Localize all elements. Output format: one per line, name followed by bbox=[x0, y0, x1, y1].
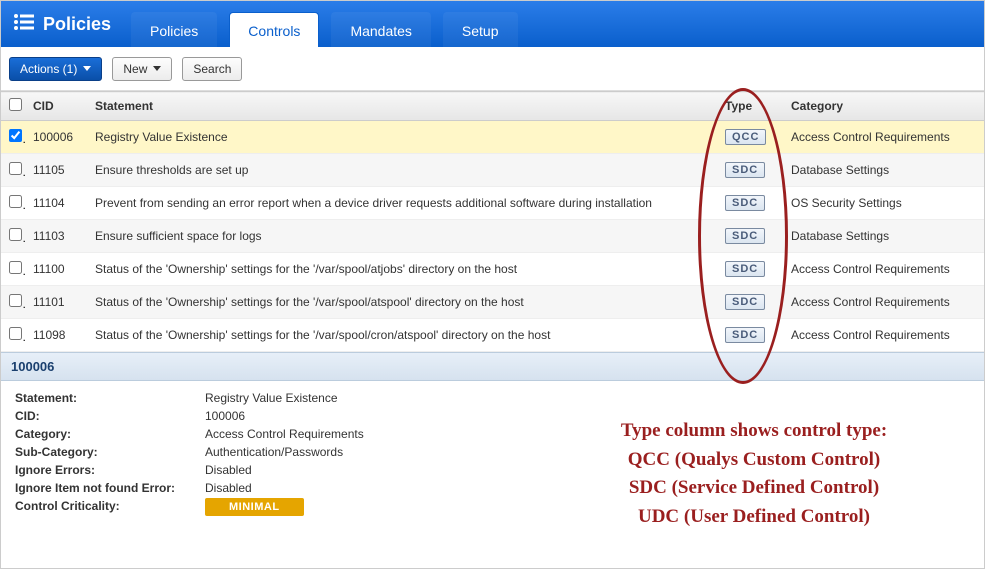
type-badge: QCC bbox=[725, 129, 766, 145]
cell-category: Access Control Requirements bbox=[783, 253, 984, 286]
cell-category: Database Settings bbox=[783, 220, 984, 253]
cell-cid: 11100 bbox=[25, 253, 87, 286]
cell-cid: 11103 bbox=[25, 220, 87, 253]
table-row[interactable]: 11101Status of the 'Ownership' settings … bbox=[1, 286, 984, 319]
detail-label-criticality: Control Criticality: bbox=[15, 499, 175, 513]
detail-header: 100006 bbox=[1, 352, 984, 381]
detail-label: Sub-Category: bbox=[15, 445, 175, 459]
type-badge: SDC bbox=[725, 162, 765, 178]
type-badge: SDC bbox=[725, 195, 765, 211]
cell-category: Access Control Requirements bbox=[783, 121, 984, 154]
row-checkbox[interactable] bbox=[9, 228, 22, 241]
new-button-label: New bbox=[123, 62, 147, 76]
detail-label: CID: bbox=[15, 409, 175, 423]
row-checkbox[interactable] bbox=[9, 195, 22, 208]
detail-value: 100006 bbox=[205, 409, 364, 423]
row-checkbox[interactable] bbox=[9, 327, 22, 340]
cell-type: QCC bbox=[717, 121, 783, 154]
cell-category: Database Settings bbox=[783, 154, 984, 187]
tab-mandates[interactable]: Mandates bbox=[331, 12, 430, 47]
detail-panel: 100006 Statement: Registry Value Existenc… bbox=[1, 352, 984, 517]
header-type[interactable]: Type bbox=[717, 92, 783, 121]
tab-bar: Policies Controls Mandates Setup bbox=[125, 1, 523, 47]
row-checkbox[interactable] bbox=[9, 261, 22, 274]
cell-cid: 11104 bbox=[25, 187, 87, 220]
tab-setup[interactable]: Setup bbox=[443, 12, 518, 47]
detail-label: Category: bbox=[15, 427, 175, 441]
detail-value: Registry Value Existence bbox=[205, 391, 364, 405]
cell-statement: Ensure thresholds are set up bbox=[87, 154, 717, 187]
header-statement[interactable]: Statement bbox=[87, 92, 717, 121]
header-cid[interactable]: CID bbox=[25, 92, 87, 121]
cell-statement: Status of the 'Ownership' settings for t… bbox=[87, 286, 717, 319]
detail-value: Authentication/Passwords bbox=[205, 445, 364, 459]
cell-type: SDC bbox=[717, 319, 783, 352]
search-button-label: Search bbox=[193, 62, 231, 76]
new-button[interactable]: New bbox=[112, 57, 172, 81]
controls-table: CID Statement Type Category 100006Regist… bbox=[1, 91, 984, 352]
actions-button[interactable]: Actions (1) bbox=[9, 57, 102, 81]
tab-controls[interactable]: Controls bbox=[229, 12, 319, 47]
detail-value: Disabled bbox=[205, 463, 364, 477]
table-row[interactable]: 11098Status of the 'Ownership' settings … bbox=[1, 319, 984, 352]
type-badge: SDC bbox=[725, 261, 765, 277]
cell-statement: Ensure sufficient space for logs bbox=[87, 220, 717, 253]
cell-statement: Registry Value Existence bbox=[87, 121, 717, 154]
row-checkbox[interactable] bbox=[9, 294, 22, 307]
table-row[interactable]: 100006Registry Value Existence QCC Access … bbox=[1, 121, 984, 154]
section-title-label: Policies bbox=[43, 14, 111, 35]
header: Policies Policies Controls Mandates Setu… bbox=[1, 1, 984, 47]
cell-cid: 11101 bbox=[25, 286, 87, 319]
cell-cid: 11098 bbox=[25, 319, 87, 352]
table-row[interactable]: 11103Ensure sufficient space for logs SDC… bbox=[1, 220, 984, 253]
type-badge: SDC bbox=[725, 327, 765, 343]
cell-type: SDC bbox=[717, 286, 783, 319]
controls-table-wrap: CID Statement Type Category 100006Regist… bbox=[1, 91, 984, 352]
tab-policies[interactable]: Policies bbox=[131, 12, 217, 47]
table-row[interactable]: 11100Status of the 'Ownership' settings … bbox=[1, 253, 984, 286]
cell-type: SDC bbox=[717, 220, 783, 253]
detail-label: Ignore Item not found Error: bbox=[15, 481, 175, 495]
type-badge: SDC bbox=[725, 294, 765, 310]
detail-label: Ignore Errors: bbox=[15, 463, 175, 477]
detail-value: Disabled bbox=[205, 481, 364, 495]
chevron-down-icon bbox=[153, 66, 161, 71]
detail-label: Statement: bbox=[15, 391, 175, 405]
search-button[interactable]: Search bbox=[182, 57, 242, 81]
actions-button-label: Actions (1) bbox=[20, 62, 77, 76]
cell-type: SDC bbox=[717, 154, 783, 187]
header-checkbox-cell bbox=[1, 92, 25, 121]
cell-statement: Prevent from sending an error report whe… bbox=[87, 187, 717, 220]
cell-cid: 100006 bbox=[25, 121, 87, 154]
detail-value: Access Control Requirements bbox=[205, 427, 364, 441]
table-row[interactable]: 11104Prevent from sending an error repor… bbox=[1, 187, 984, 220]
detail-fields: Statement: Registry Value Existence CID: 10… bbox=[15, 391, 364, 513]
cell-category: Access Control Requirements bbox=[783, 286, 984, 319]
cell-category: Access Control Requirements bbox=[783, 319, 984, 352]
toolbar: Actions (1) New Search bbox=[1, 47, 984, 91]
cell-type: SDC bbox=[717, 187, 783, 220]
select-all-checkbox[interactable] bbox=[9, 98, 22, 111]
row-checkbox[interactable] bbox=[9, 162, 22, 175]
chevron-down-icon bbox=[83, 66, 91, 71]
cell-statement: Status of the 'Ownership' settings for t… bbox=[87, 253, 717, 286]
section-title: Policies bbox=[9, 1, 125, 47]
header-category[interactable]: Category bbox=[783, 92, 984, 121]
criticality-badge: MINIMAL bbox=[205, 498, 304, 516]
cell-cid: 11105 bbox=[25, 154, 87, 187]
type-badge: SDC bbox=[725, 228, 765, 244]
cell-category: OS Security Settings bbox=[783, 187, 984, 220]
list-icon bbox=[13, 13, 35, 36]
table-row[interactable]: 11105Ensure thresholds are set up SDC Data… bbox=[1, 154, 984, 187]
row-checkbox[interactable] bbox=[9, 129, 22, 142]
cell-type: SDC bbox=[717, 253, 783, 286]
cell-statement: Status of the 'Ownership' settings for t… bbox=[87, 319, 717, 352]
